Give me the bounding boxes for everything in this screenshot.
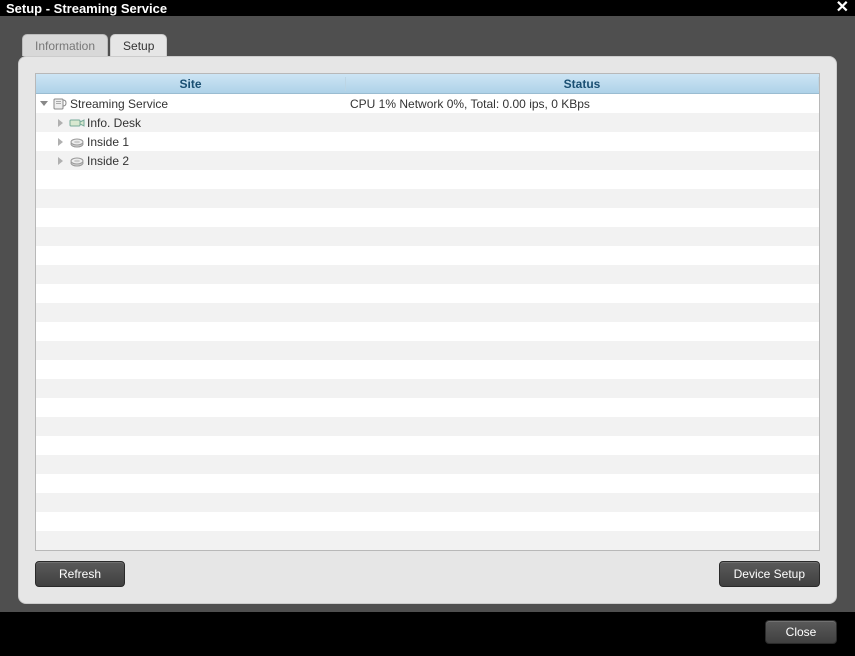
table-row[interactable]: Inside 1 (36, 132, 819, 151)
panel-buttons: Refresh Device Setup (35, 551, 820, 587)
table-row (36, 303, 819, 322)
refresh-button[interactable]: Refresh (35, 561, 125, 587)
table-row (36, 436, 819, 455)
table-row (36, 170, 819, 189)
cell-site: Streaming Service (36, 97, 346, 111)
tab-information[interactable]: Information (22, 34, 108, 56)
table-row (36, 246, 819, 265)
camera-icon (69, 116, 85, 130)
window-title: Setup - Streaming Service (6, 1, 836, 16)
site-table: Site Status Streaming Service CPU 1% Net… (35, 73, 820, 551)
chevron-right-icon[interactable] (58, 138, 63, 146)
table-row (36, 284, 819, 303)
server-icon (52, 97, 68, 111)
table-row (36, 379, 819, 398)
tab-setup[interactable]: Setup (110, 34, 167, 56)
frame: Information Setup Site Status (0, 16, 855, 612)
table-row (36, 531, 819, 550)
col-header-site[interactable]: Site (36, 77, 346, 91)
close-icon[interactable]: ✕ (836, 0, 849, 16)
tab-row: Information Setup (18, 34, 837, 56)
setup-window: Setup - Streaming Service ✕ Information … (0, 0, 855, 604)
table-row[interactable]: Inside 2 (36, 151, 819, 170)
footer: Close (0, 612, 855, 656)
cell-site: Inside 2 (36, 154, 346, 168)
cell-site: Info. Desk (36, 116, 346, 130)
setup-panel: Site Status Streaming Service CPU 1% Net… (18, 56, 837, 604)
table-row (36, 455, 819, 474)
cell-status: CPU 1% Network 0%, Total: 0.00 ips, 0 KB… (346, 97, 819, 111)
table-row (36, 189, 819, 208)
table-row (36, 417, 819, 436)
table-body: Streaming Service CPU 1% Network 0%, Tot… (36, 94, 819, 550)
table-row (36, 398, 819, 417)
table-row (36, 227, 819, 246)
site-label: Info. Desk (87, 116, 141, 130)
table-row (36, 512, 819, 531)
table-row (36, 474, 819, 493)
site-label: Streaming Service (70, 97, 168, 111)
site-label: Inside 1 (87, 135, 129, 149)
titlebar: Setup - Streaming Service ✕ (0, 0, 855, 16)
close-button[interactable]: Close (765, 620, 837, 644)
table-row (36, 208, 819, 227)
chevron-right-icon[interactable] (58, 119, 63, 127)
table-row (36, 493, 819, 512)
site-label: Inside 2 (87, 154, 129, 168)
table-row (36, 360, 819, 379)
cell-site: Inside 1 (36, 135, 346, 149)
table-row (36, 322, 819, 341)
col-header-status[interactable]: Status (346, 77, 819, 91)
device-icon (69, 154, 85, 168)
device-setup-button[interactable]: Device Setup (719, 561, 820, 587)
table-row (36, 265, 819, 284)
table-row (36, 341, 819, 360)
device-icon (69, 135, 85, 149)
table-row[interactable]: Streaming Service CPU 1% Network 0%, Tot… (36, 94, 819, 113)
table-row[interactable]: Info. Desk (36, 113, 819, 132)
chevron-down-icon[interactable] (40, 101, 48, 106)
table-header: Site Status (36, 74, 819, 94)
chevron-right-icon[interactable] (58, 157, 63, 165)
